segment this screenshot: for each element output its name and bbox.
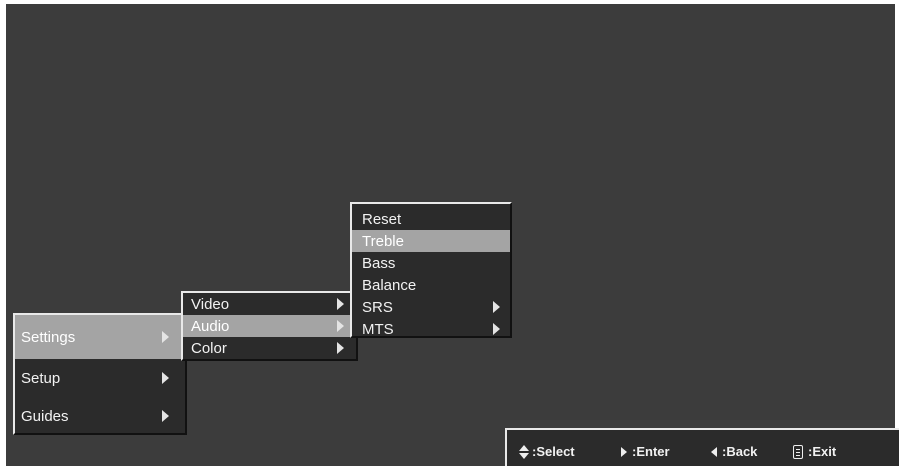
menu-item-label: Guides (21, 407, 69, 425)
chevron-right-icon (337, 298, 344, 310)
menu-item-guides[interactable]: Guides (15, 397, 185, 435)
menu-item-label: Treble (362, 232, 404, 250)
audio-submenu: Reset Treble Bass Balance SRS MTS (350, 202, 512, 338)
menu-item-label: Video (191, 295, 230, 313)
main-menu: Settings Setup Guides (13, 313, 187, 435)
tv-screen: Settings Setup Guides Video Audio Color … (6, 4, 895, 466)
menu-item-label: SRS (362, 298, 393, 316)
menu-item-balance[interactable]: Balance (352, 274, 510, 296)
menu-item-settings[interactable]: Settings (15, 315, 185, 359)
right-arrow-icon (621, 446, 627, 457)
chevron-right-icon (162, 331, 169, 343)
menu-item-mts[interactable]: MTS (352, 318, 510, 340)
menu-item-color[interactable]: Color (183, 337, 356, 359)
hint-exit: :Exit (793, 444, 836, 459)
menu-item-audio[interactable]: Audio (183, 315, 356, 337)
menu-item-treble[interactable]: Treble (352, 230, 510, 252)
hint-back-label: :Back (722, 444, 758, 459)
remote-icon (793, 444, 803, 459)
menu-item-label: Settings (21, 328, 76, 346)
menu-item-label: Audio (191, 317, 230, 335)
hint-back: :Back (711, 444, 757, 459)
menu-item-video[interactable]: Video (183, 293, 356, 315)
chevron-right-icon (337, 342, 344, 354)
hint-select-label: :Select (532, 444, 575, 459)
menu-item-label: Bass (362, 254, 396, 272)
menu-item-label: Balance (362, 276, 417, 294)
menu-item-setup[interactable]: Setup (15, 359, 185, 397)
menu-item-reset[interactable]: Reset (352, 208, 510, 230)
menu-item-label: MTS (362, 320, 394, 338)
hint-enter: :Enter (621, 444, 670, 459)
chevron-right-icon (337, 320, 344, 332)
help-bar: :Select :Enter :Back :Exit (505, 428, 899, 466)
chevron-right-icon (493, 323, 500, 335)
settings-submenu: Video Audio Color (181, 291, 358, 361)
chevron-right-icon (493, 301, 500, 313)
menu-item-bass[interactable]: Bass (352, 252, 510, 274)
menu-item-label: Reset (362, 210, 402, 228)
up-down-icon (519, 444, 529, 459)
chevron-right-icon (162, 410, 169, 422)
menu-item-label: Setup (21, 369, 61, 387)
hint-select: :Select (519, 444, 575, 459)
left-arrow-icon (711, 446, 717, 457)
chevron-right-icon (162, 372, 169, 384)
menu-item-label: Color (191, 339, 227, 357)
menu-item-srs[interactable]: SRS (352, 296, 510, 318)
hint-exit-label: :Exit (808, 444, 837, 459)
hint-enter-label: :Enter (632, 444, 670, 459)
